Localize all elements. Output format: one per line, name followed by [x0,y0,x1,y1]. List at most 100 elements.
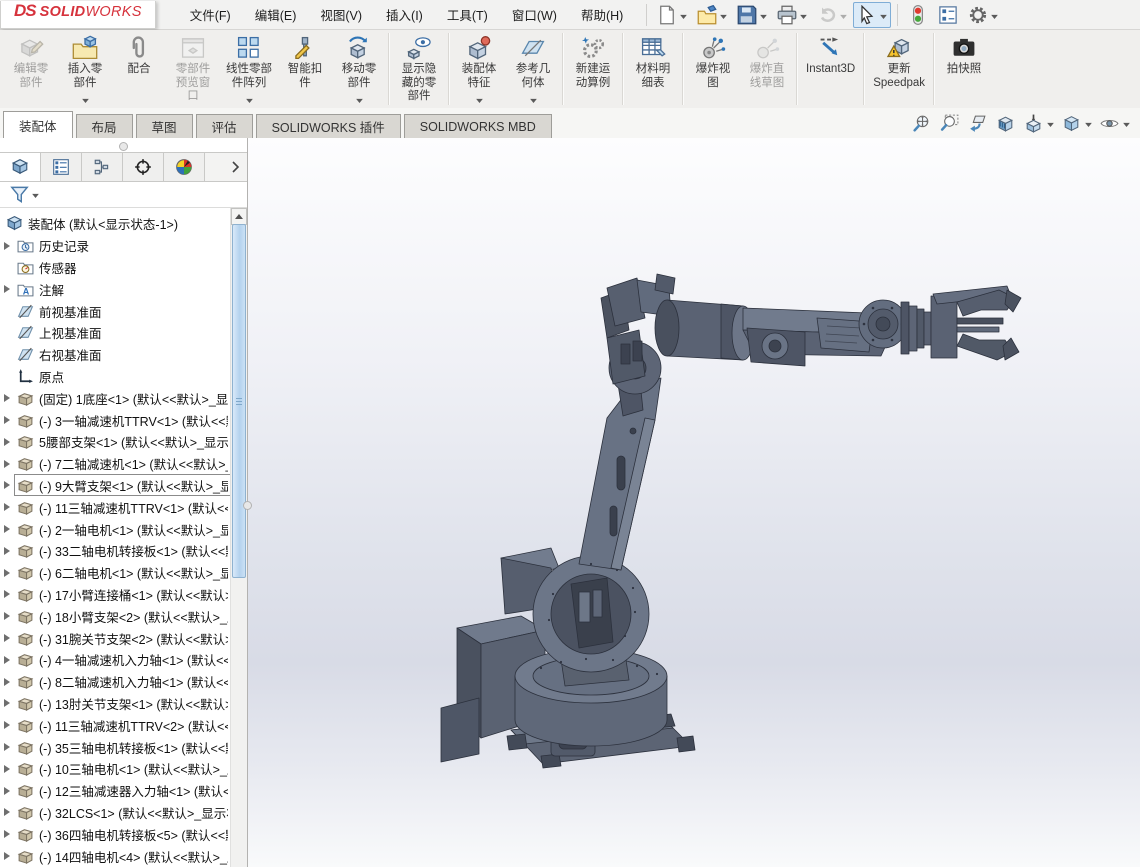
display-style-button[interactable] [1061,113,1092,134]
ribbon-tab-3[interactable]: 评估 [196,114,253,138]
dropdown-caret-icon[interactable] [720,6,727,24]
menu-item-3[interactable]: 插入(I) [374,0,435,29]
graphics-area[interactable] [248,138,1140,867]
tree-item[interactable]: 原点 [0,366,231,388]
tree-item-content[interactable]: (-) 18小臂支架<2> (默认<<默认>_显示状态-1>) [14,605,231,627]
undo-button[interactable] [813,2,851,28]
tree-item[interactable]: 前视基准面 [0,300,231,322]
tree-item-content[interactable]: (-) 2一轴电机<1> (默认<<默认>_显示状态-1>) [14,518,231,540]
tree-filter-button[interactable] [6,182,43,207]
menu-item-5[interactable]: 窗口(W) [500,0,569,29]
expand-arrow-icon[interactable] [0,569,14,577]
dropdown-caret-icon[interactable] [680,6,687,24]
tree-item-content[interactable]: (-) 11三轴减速机TTRV<1> (默认<<默认>_显示状态-1>) [14,496,231,518]
cmd-explode-sketch-button[interactable]: 爆炸直 线草图 [740,30,794,108]
expand-arrow-icon[interactable] [0,285,14,293]
tree-item-content[interactable]: (-) 7二轴减速机<1> (默认<<默认>_显示状态-1>) [14,453,231,475]
dropdown-caret-icon[interactable] [246,90,253,110]
cmd-show-hidden-button[interactable]: 显示隐 藏的零 部件 [392,30,446,108]
tree-item[interactable]: (-) 11三轴减速机TTRV<2> (默认<<默认>_显示状态-1>) [0,714,231,736]
cmd-component-preview-button[interactable]: 零部件 预览窗 口 [166,30,220,108]
expand-arrow-icon[interactable] [0,808,14,816]
cmd-snapshot-button[interactable]: 拍快照 [937,30,991,108]
tree-root-item[interactable]: 装配体 (默认<显示状态-1>) [0,213,231,235]
cmd-insert-component-button[interactable]: 插入零 部件 [58,30,112,108]
expand-arrow-icon[interactable] [0,590,14,598]
tree-item[interactable]: (-) 10三轴电机<1> (默认<<默认>_显示状态-1>) [0,758,231,780]
dropdown-caret-icon[interactable] [356,90,363,110]
menu-item-1[interactable]: 编辑(E) [243,0,309,29]
tree-item[interactable]: (-) 18小臂支架<2> (默认<<默认>_显示状态-1>) [0,605,231,627]
ribbon-tab-2[interactable]: 草图 [136,114,193,138]
view-orientation-button[interactable] [1023,113,1054,134]
tree-item-content[interactable]: (-) 10三轴电机<1> (默认<<默认>_显示状态-1>) [14,758,231,780]
expand-arrow-icon[interactable] [0,525,14,533]
previous-view-button[interactable] [967,113,988,134]
tree-item-content[interactable]: 原点 [14,365,231,387]
dropdown-caret-icon[interactable] [840,6,847,24]
cmd-mate-button[interactable]: 配合 [112,30,166,108]
hide-show-items-button[interactable] [1099,113,1130,134]
robot-arm-model[interactable] [421,268,1041,786]
ribbon-tab-4[interactable]: SOLIDWORKS 插件 [256,114,401,138]
tree-item-content[interactable]: A注解 [14,278,231,300]
menu-item-2[interactable]: 视图(V) [308,0,374,29]
configurationmanager-tab[interactable] [82,153,123,181]
panel-resize-handle[interactable] [243,501,252,510]
cmd-exploded-view-button[interactable]: 爆炸视 图 [686,30,740,108]
dropdown-caret-icon[interactable] [800,6,807,24]
expand-arrow-icon[interactable] [0,678,14,686]
options-button[interactable] [964,2,1002,28]
expand-arrow-icon[interactable] [0,765,14,773]
dropdown-caret-icon[interactable] [880,6,887,24]
tree-item[interactable]: 5腰部支架<1> (默认<<默认>_显示状态-1>) [0,431,231,453]
tree-item[interactable]: (-) 6二轴电机<1> (默认<<默认>_显示状态-1>) [0,562,231,584]
cmd-instant3d-button[interactable]: Instant3D [800,30,861,108]
cmd-speedpak-button[interactable]: 更新 Speedpak [867,30,931,108]
tree-item[interactable]: (固定) 1底座<1> (默认<<默认>_显示状态-1>) [0,387,231,409]
menu-item-6[interactable]: 帮助(H) [569,0,635,29]
rebuild-button[interactable] [904,2,932,28]
scroll-up-button[interactable] [231,208,247,225]
tree-item[interactable]: (-) 32LCS<1> (默认<<默认>_显示状态-1>) [0,802,231,824]
featuremanager-tree-tab[interactable] [0,153,41,181]
tree-item[interactable]: (-) 9大臂支架<1> (默认<<默认>_显示状态-1>) [0,475,231,497]
tree-item[interactable]: (-) 14四轴电机<4> (默认<<默认>_显示状态-1>) [0,845,231,867]
tree-item-content[interactable]: 前视基准面 [14,300,231,322]
tree-item-content[interactable]: (固定) 1底座<1> (默认<<默认>_显示状态-1>) [14,387,231,409]
dimxpertmanager-tab[interactable] [123,153,164,181]
dropdown-caret-icon[interactable] [82,90,89,110]
expand-arrow-icon[interactable] [0,460,14,468]
select-button[interactable] [853,2,891,28]
cmd-move-component-button[interactable]: 移动零 部件 [332,30,386,108]
ribbon-tab-0[interactable]: 装配体 [3,111,73,138]
tree-item-content[interactable]: (-) 36四轴电机转接板<5> (默认<<默认>_显示状态-1>) [14,823,231,845]
tree-item-content[interactable]: 传感器 [14,257,231,279]
expand-arrow-icon[interactable] [0,830,14,838]
tree-item[interactable]: (-) 12三轴减速器入力轴<1> (默认<<默认>_显示状态-1>) [0,780,231,802]
new-document-button[interactable] [653,2,691,28]
tree-item-content[interactable]: (-) 17小臂连接桶<1> (默认<<默认>_显示状态-1>) [14,583,231,605]
dropdown-caret-icon[interactable] [991,6,998,24]
tree-item-content[interactable]: (-) 35三轴电机转接板<1> (默认<<默认>_显示状态-1>) [14,736,231,758]
cmd-edit-component-button[interactable]: 编辑零 部件 [4,30,58,108]
dropdown-caret-icon[interactable] [476,90,483,110]
cmd-bom-button[interactable]: 材料明 细表 [626,30,680,108]
tree-item-content[interactable]: (-) 31腕关节支架<2> (默认<<默认>_显示状态-1>) [14,627,231,649]
tree-item[interactable]: A注解 [0,278,231,300]
tree-item-content[interactable]: 历史记录 [14,235,231,257]
print-button[interactable] [773,2,811,28]
tree-item[interactable]: (-) 36四轴电机转接板<5> (默认<<默认>_显示状态-1>) [0,823,231,845]
expand-arrow-icon[interactable] [0,416,14,424]
tree-item[interactable]: 上视基准面 [0,322,231,344]
tree-item[interactable]: 右视基准面 [0,344,231,366]
dropdown-caret-icon[interactable] [530,90,537,110]
expand-arrow-icon[interactable] [0,656,14,664]
expand-arrow-icon[interactable] [0,547,14,555]
panel-splitter-handle[interactable] [119,142,128,151]
menu-item-4[interactable]: 工具(T) [435,0,500,29]
dropdown-caret-icon[interactable] [32,185,39,203]
cmd-reference-geometry-button[interactable]: 参考几 何体 [506,30,560,108]
tree-item-content[interactable]: (-) 12三轴减速器入力轴<1> (默认<<默认>_显示状态-1>) [14,780,231,802]
tree-item-content[interactable]: 装配体 (默认<显示状态-1>) [3,213,231,235]
